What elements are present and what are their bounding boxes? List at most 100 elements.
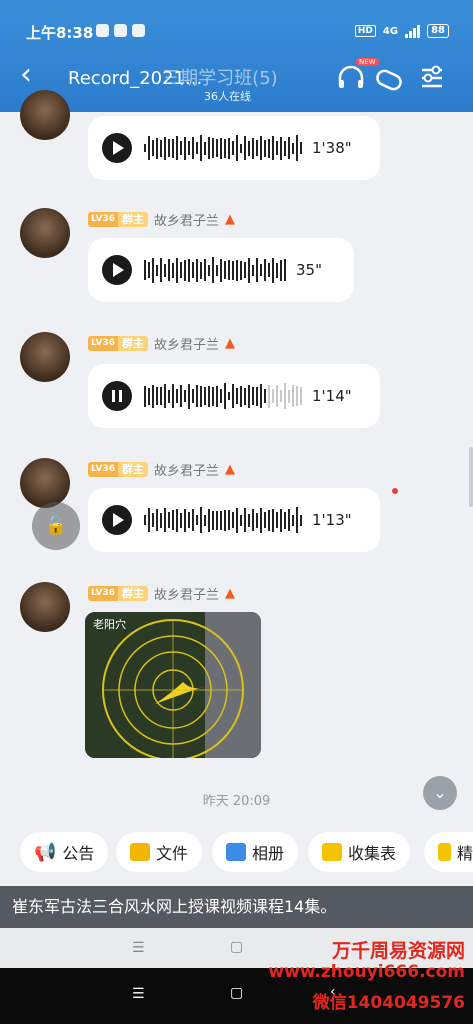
- status-app-icons: [96, 24, 145, 37]
- waveform-bar: [188, 141, 190, 155]
- level-badge: LV36 群主: [88, 336, 148, 351]
- waveform-bar: [184, 390, 186, 402]
- voice-message[interactable]: 35": [88, 238, 354, 302]
- album-chip[interactable]: 相册: [212, 832, 299, 872]
- compass-image: 老阳穴: [85, 612, 261, 758]
- new-badge: NEW: [356, 58, 379, 66]
- pause-button[interactable]: [102, 381, 132, 411]
- avatar[interactable]: [20, 458, 70, 508]
- back-button[interactable]: ‹: [20, 60, 32, 90]
- sender-name[interactable]: 故乡君子兰: [154, 584, 219, 603]
- play-button[interactable]: [102, 255, 132, 285]
- avatar[interactable]: [20, 582, 70, 632]
- play-button[interactable]: [102, 505, 132, 535]
- waveform-bar: [196, 385, 198, 407]
- hd-indicator: HD: [354, 25, 376, 37]
- sender-name[interactable]: 故乡君子兰: [154, 210, 219, 229]
- sender-name[interactable]: 故乡君子兰: [154, 460, 219, 479]
- waveform-bar: [248, 384, 250, 408]
- avatar[interactable]: [20, 208, 70, 258]
- waveform-bar: [256, 258, 258, 282]
- waveform-bar: [144, 515, 146, 525]
- waveform-bar: [204, 387, 206, 405]
- waveform-bar: [192, 389, 194, 403]
- waveform-bar: [260, 384, 262, 408]
- play-icon: [113, 513, 124, 527]
- sender-meta: LV36 群主 故乡君子兰 ▲: [88, 210, 235, 229]
- waveform-bar: [152, 384, 154, 408]
- waveform-bar: [268, 138, 270, 158]
- waveform-bar: [184, 136, 186, 160]
- headphone-icon[interactable]: [336, 64, 366, 94]
- waveform-bar: [176, 136, 178, 160]
- lock-icon[interactable]: 🔓: [32, 502, 80, 550]
- voice-message[interactable]: 1'38": [88, 116, 380, 180]
- waveform-bar: [204, 259, 206, 281]
- waveform-bar: [232, 512, 234, 528]
- waveform-bar: [160, 387, 162, 405]
- video-caption: 崔东军古法三合风水网上授课视频课程14集。: [0, 886, 473, 928]
- waveform-bar: [240, 260, 242, 280]
- chat-title[interactable]: Record_2021...三期学习班(5): [68, 64, 278, 90]
- sender-meta: LV36 群主 故乡君子兰 ▲: [88, 334, 235, 353]
- waveform-bar: [212, 386, 214, 406]
- scrollbar[interactable]: [469, 447, 473, 507]
- waveform-bar: [276, 512, 278, 528]
- chat-area[interactable]: 1'38" LV36 群主 故乡君子兰 ▲ 35" LV36 群主 故乡君子兰 ▲ …: [0, 90, 473, 832]
- waveform-bar: [280, 508, 282, 532]
- sender-name[interactable]: 故乡君子兰: [154, 334, 219, 353]
- voice-message[interactable]: 1'13": [88, 488, 380, 552]
- voice-message-playing[interactable]: 1'14": [88, 364, 380, 428]
- waveform-bar: [236, 388, 238, 404]
- app-notification-icon: [114, 24, 127, 37]
- avatar[interactable]: [20, 332, 70, 382]
- waveform-bar: [160, 139, 162, 157]
- waveform-bar: [268, 263, 270, 277]
- menu-icon[interactable]: ☰: [132, 940, 145, 956]
- app-notification-icon: [132, 24, 145, 37]
- waveform-bar: [160, 512, 162, 528]
- status-right: HD 4G 88: [354, 24, 449, 38]
- waveform-bar: [260, 136, 262, 160]
- waveform-bar: [224, 383, 226, 409]
- waveform-bar: [280, 390, 282, 402]
- waveform-bar: [156, 137, 158, 159]
- form-icon: [322, 843, 342, 861]
- waveform-bar: [248, 513, 250, 527]
- waveform-bar: [248, 257, 250, 283]
- chip-label: 公告: [62, 844, 95, 863]
- essence-chip[interactable]: 精: [424, 832, 473, 872]
- waveform-bar: [280, 259, 282, 281]
- waveform-bar: [296, 386, 298, 406]
- game-controller-icon[interactable]: [374, 66, 404, 96]
- play-button[interactable]: [102, 133, 132, 163]
- image-message[interactable]: 老阳穴: [85, 612, 261, 758]
- settings-icon[interactable]: [418, 62, 446, 94]
- waveform-bar: [272, 136, 274, 160]
- fire-icon: ▲: [225, 336, 236, 351]
- waveform-bar: [160, 258, 162, 282]
- voice-duration: 1'13": [312, 511, 352, 529]
- level-badge: LV36 群主: [88, 462, 148, 477]
- menu-icon[interactable]: ☰: [132, 986, 145, 1002]
- waveform-bar: [228, 260, 230, 280]
- file-chip[interactable]: 文件: [116, 832, 203, 872]
- announcement-chip[interactable]: 📢 公告: [20, 832, 109, 872]
- avatar[interactable]: [20, 90, 70, 140]
- waveform-bar: [228, 392, 230, 400]
- waveform-bar: [252, 509, 254, 531]
- fire-icon: ▲: [225, 586, 236, 601]
- waveform-bar: [208, 137, 210, 159]
- waveform-bar: [204, 141, 206, 155]
- waveform-bar: [220, 389, 222, 403]
- form-chip[interactable]: 收集表: [308, 832, 411, 872]
- app-notification-icon: [96, 24, 109, 37]
- waveform-bar: [268, 509, 270, 531]
- home-icon[interactable]: ▢: [230, 939, 243, 955]
- waveform-bar: [200, 261, 202, 279]
- home-icon[interactable]: ▢: [230, 985, 243, 1001]
- waveform-bar: [184, 508, 186, 532]
- scroll-down-button[interactable]: ⌄: [423, 776, 457, 810]
- waveform-bar: [224, 261, 226, 279]
- chip-label: 精: [456, 844, 473, 863]
